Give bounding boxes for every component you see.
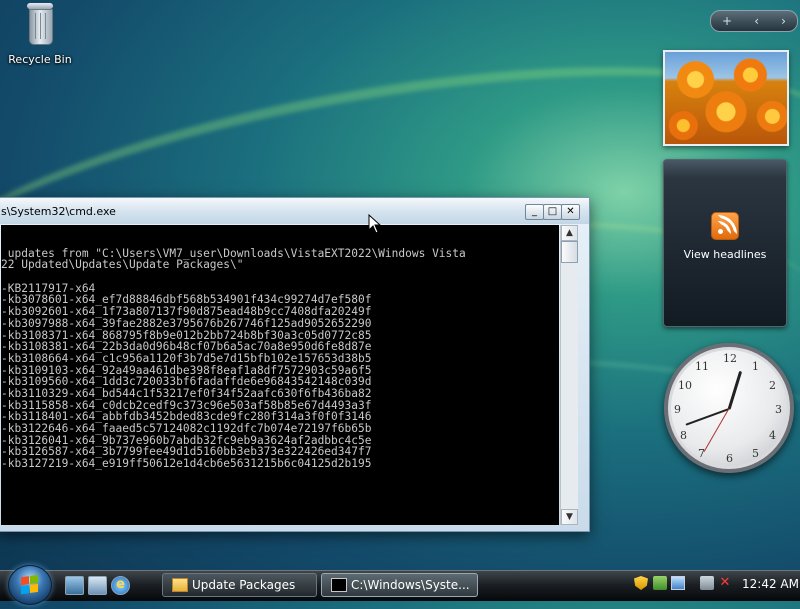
clock-number: 1 bbox=[752, 360, 759, 373]
console-output[interactable]: updates from "C:\Users\VM7_user\Download… bbox=[1, 225, 559, 525]
scroll-down-button[interactable]: ▼ bbox=[561, 509, 578, 525]
scroll-up-button[interactable]: ▲ bbox=[561, 225, 578, 241]
vertical-scrollbar[interactable]: ▲ ▼ bbox=[560, 225, 578, 525]
add-gadget-button[interactable]: + bbox=[722, 14, 732, 28]
clock-number: 10 bbox=[678, 379, 692, 392]
window-titlebar[interactable]: s\System32\cmd.exe _ □ ✕ bbox=[0, 198, 589, 224]
volume-muted-icon[interactable]: ✕ bbox=[718, 576, 732, 590]
maximize-button[interactable]: □ bbox=[543, 204, 562, 220]
console-lines: updates from "C:\Users\VM7_user\Download… bbox=[1, 236, 466, 470]
window-title: s\System32\cmd.exe bbox=[1, 205, 116, 218]
clock-number: 2 bbox=[769, 379, 776, 392]
recycle-bin-icon bbox=[25, 3, 55, 45]
view-headlines-link[interactable]: View headlines bbox=[664, 248, 786, 261]
clock-number: 5 bbox=[752, 447, 759, 460]
clock-gadget[interactable]: 12 1 2 3 4 5 6 7 8 9 10 11 bbox=[664, 343, 794, 473]
taskbar-item-label: C:\Windows\Syste... bbox=[351, 578, 470, 592]
sidebar-prev-button[interactable]: ‹ bbox=[754, 14, 759, 28]
clock-number: 9 bbox=[674, 403, 681, 416]
console-line: -kb3110329-x64_bd544c1f53217ef0f34f52aaf… bbox=[1, 386, 372, 400]
start-button[interactable] bbox=[8, 565, 52, 605]
taskbar-item-label: Update Packages bbox=[192, 578, 296, 592]
clock-number: 6 bbox=[726, 452, 733, 465]
console-line: -kb3127219-x64_e919ff50612e1d4cb6e563121… bbox=[1, 457, 372, 471]
gadget-header bbox=[664, 160, 786, 178]
close-button[interactable]: ✕ bbox=[561, 204, 580, 220]
clock-number: 3 bbox=[775, 403, 782, 416]
taskbar-item-update-packages[interactable]: Update Packages bbox=[162, 573, 317, 597]
slideshow-gadget[interactable] bbox=[663, 50, 789, 146]
taskbar-clock[interactable]: 12:42 AM bbox=[742, 577, 799, 591]
minimize-button[interactable]: _ bbox=[525, 204, 544, 220]
clock-number: 11 bbox=[695, 360, 709, 373]
console-line: -kb3108664-x64_c1c956a1120f3b7d5e7d15bfb… bbox=[1, 351, 372, 365]
display-icon[interactable] bbox=[671, 576, 685, 590]
network-disconnected-icon[interactable] bbox=[700, 576, 714, 590]
console-line: -kb3097988-x64_39fae2882e3795676b267746f… bbox=[1, 316, 372, 330]
clock-number: 8 bbox=[680, 429, 687, 442]
sidebar-next-button[interactable]: › bbox=[781, 14, 786, 28]
windows-logo-icon bbox=[21, 574, 39, 596]
rss-icon bbox=[711, 212, 739, 240]
console-line: 22 Updated\Updates\Update Packages\" bbox=[1, 258, 244, 272]
clock-hour-hand bbox=[727, 370, 743, 410]
console-line: -kb3122646-x64_faaed5c57124082c1192dfc7b… bbox=[1, 422, 372, 435]
desktop-icon-label: Recycle Bin bbox=[8, 53, 72, 66]
desktop-icon-recycle-bin[interactable]: Recycle Bin bbox=[8, 3, 72, 66]
sidebar-controls: + ‹ › bbox=[710, 10, 798, 32]
folder-icon bbox=[172, 578, 188, 592]
internet-explorer-icon[interactable]: e bbox=[111, 576, 130, 595]
cmd-icon bbox=[331, 578, 347, 592]
clock-number: 12 bbox=[723, 352, 737, 365]
feed-headlines-gadget[interactable]: View headlines bbox=[663, 159, 787, 327]
cmd-window[interactable]: s\System32\cmd.exe _ □ ✕ updates from "C… bbox=[0, 197, 590, 532]
scrollbar-thumb[interactable] bbox=[561, 241, 578, 263]
network-icon[interactable] bbox=[653, 576, 667, 590]
taskbar-item-cmd[interactable]: C:\Windows\Syste... bbox=[321, 573, 478, 597]
switch-windows-icon[interactable] bbox=[88, 576, 107, 595]
show-desktop-icon[interactable] bbox=[65, 576, 84, 595]
clock-number: 4 bbox=[769, 429, 776, 442]
